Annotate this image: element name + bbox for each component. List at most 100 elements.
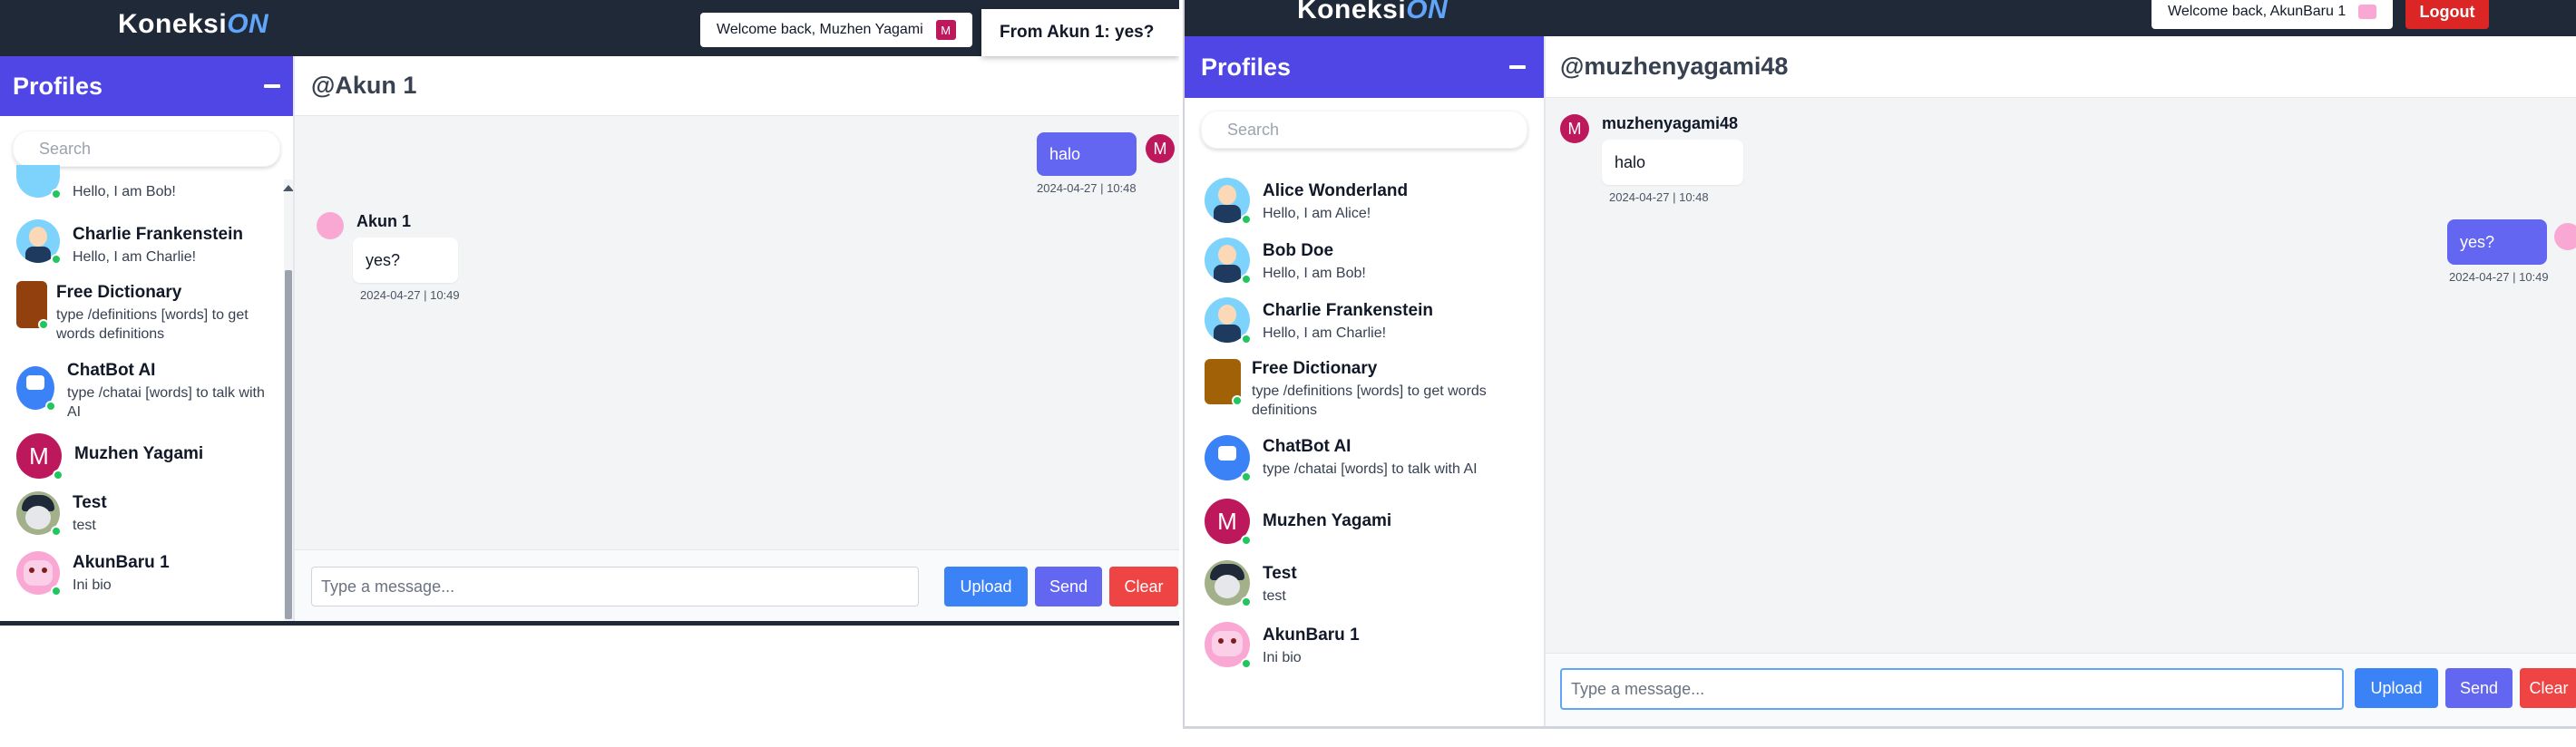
message-notification-toast[interactable]: From Akun 1: yes? — [981, 9, 1179, 56]
sidebar-item-name: Charlie Frankenstein — [1263, 301, 1433, 320]
sidebar-item-chatbot-ai[interactable]: ChatBot AI type /chatai [words] to talk … — [0, 359, 293, 422]
sidebar-title: Profiles — [1201, 53, 1292, 81]
sidebar-item-bio: type /chatai [words] to talk with AI — [67, 385, 265, 420]
chat-panel: @muzhenyagami48 M muzhenyagami48 halo 20… — [1546, 36, 2576, 726]
send-button[interactable]: Send — [1035, 567, 1102, 606]
chat-panel: @Akun 1 halo M 2024-04-27 | 10:48 Akun 1… — [295, 56, 1179, 621]
sidebar-item-name: Test — [73, 493, 107, 512]
sidebar-item-bio: Hello, I am Charlie! — [73, 249, 197, 265]
app-logo[interactable]: KoneksiON — [1297, 0, 1448, 25]
akunbaru-avatar-icon — [16, 551, 62, 597]
search-input[interactable]: Search — [13, 131, 280, 167]
message-input[interactable]: Type a message... — [311, 567, 919, 606]
sidebar-item-akunbaru-1[interactable]: AkunBaru 1 Ini bio — [0, 551, 293, 597]
sidebar-item-name: Bob Doe — [1263, 241, 1334, 260]
sidebar-item-chatbot-ai[interactable]: ChatBot AI type /chatai [words] to talk … — [1185, 435, 1544, 482]
clear-button[interactable]: Clear — [1109, 567, 1178, 606]
sidebar-item-charlie[interactable]: Charlie Frankenstein Hello, I am Charlie… — [1185, 297, 1544, 344]
sidebar-item-name: Test — [1263, 564, 1297, 583]
sidebar-item-bio: Ini bio — [1263, 650, 1302, 665]
bob-avatar-icon — [1205, 238, 1252, 285]
message-bubble-outgoing: yes? — [2447, 219, 2547, 265]
akunbaru-avatar-icon — [1205, 622, 1252, 669]
sidebar-item-bio: test — [73, 518, 96, 533]
bob-avatar-icon — [16, 165, 62, 199]
sidebar-item-bio: Ini bio — [73, 577, 112, 593]
chat-header: @Akun 1 — [295, 56, 1179, 116]
chatbot-avatar-icon — [16, 366, 56, 412]
sidebar-header: Profiles — [0, 56, 293, 116]
collapse-minus-icon[interactable] — [264, 84, 280, 88]
dictionary-avatar-icon — [16, 281, 49, 330]
sidebar-item-name: ChatBot AI — [67, 361, 156, 380]
logout-button[interactable]: Logout — [2405, 0, 2489, 29]
sidebar-item-charlie[interactable]: Charlie Frankenstein Hello, I am Charlie… — [0, 219, 293, 267]
left-app-window: KoneksiON Welcome back, Muzhen Yagami M … — [0, 0, 1179, 626]
message-sender-name: Akun 1 — [356, 212, 412, 230]
sidebar-item-name: AkunBaru 1 — [73, 553, 170, 572]
search-input[interactable]: Search — [1201, 111, 1527, 149]
message-timestamp: 2024-04-27 | 10:49 — [2449, 270, 2549, 284]
message-input[interactable]: Type a message... — [1560, 668, 2344, 710]
sidebar-item-bio: Hello, I am Charlie! — [1263, 325, 1387, 341]
top-navbar: KoneksiON Welcome back, AkunBaru 1 Logou… — [1185, 0, 2576, 36]
sidebar-item-muzhen-yagami[interactable]: M Muzhen Yagami — [1185, 499, 1544, 546]
sidebar-item-bob[interactable]: Hello, I am Bob! — [0, 165, 293, 202]
alice-avatar-icon — [1205, 178, 1252, 225]
sidebar-item-name: ChatBot AI — [1263, 437, 1351, 456]
welcome-text: Welcome back, AkunBaru 1 — [2168, 4, 2347, 19]
sidebar-item-test[interactable]: Test test — [0, 491, 293, 537]
test-avatar-icon — [1205, 560, 1252, 607]
profiles-sidebar: Profiles Search Hello, I am Bob! Charlie… — [0, 56, 295, 621]
message-timestamp: 2024-04-27 | 10:48 — [1609, 190, 1709, 204]
sidebar-item-bio: type /definitions [words] to get words d… — [56, 307, 249, 342]
sidebar-item-akunbaru-1[interactable]: AkunBaru 1 Ini bio — [1185, 622, 1544, 669]
chat-title: @muzhenyagami48 — [1560, 53, 1789, 80]
collapse-minus-icon[interactable] — [1509, 65, 1526, 69]
sidebar-item-muzhen-yagami[interactable]: M Muzhen Yagami — [0, 433, 293, 480]
sidebar-item-bio: type /chatai [words] to talk with AI — [1263, 461, 1478, 477]
sidebar-item-name: Alice Wonderland — [1263, 181, 1409, 200]
upload-button[interactable]: Upload — [2355, 668, 2438, 708]
dictionary-avatar-icon — [1205, 359, 1243, 406]
message-sender-name: muzhenyagami48 — [1602, 114, 1739, 132]
sidebar-item-name: Muzhen Yagami — [74, 444, 204, 463]
upload-button[interactable]: Upload — [944, 567, 1028, 606]
message-timestamp: 2024-04-27 | 10:48 — [1037, 181, 1137, 195]
chat-title: @Akun 1 — [311, 72, 417, 99]
message-composer: Type a message... Upload Send Clear — [295, 549, 1179, 621]
profiles-sidebar: Profiles Search Alice Wonderland Hello, … — [1185, 36, 1546, 726]
message-bubble-incoming: halo — [1602, 140, 1743, 185]
app-logo[interactable]: KoneksiON — [118, 9, 268, 40]
sidebar-item-free-dictionary[interactable]: Free Dictionary type /definitions [words… — [0, 281, 293, 344]
sidebar-item-bio: type /definitions [words] to get words d… — [1252, 383, 1487, 418]
welcome-badge: Welcome back, Muzhen Yagami M — [700, 13, 972, 47]
message-timestamp: 2024-04-27 | 10:49 — [360, 288, 460, 302]
sidebar-item-name: AkunBaru 1 — [1263, 626, 1360, 645]
sidebar-item-bio: test — [1263, 588, 1286, 604]
message-bubble-incoming: yes? — [353, 238, 458, 283]
user-avatar-icon[interactable] — [2358, 5, 2377, 19]
sidebar-item-bio: Hello, I am Bob! — [1263, 266, 1366, 281]
sidebar-item-alice[interactable]: Alice Wonderland Hello, I am Alice! — [1185, 178, 1544, 225]
right-app-window: KoneksiON Welcome back, AkunBaru 1 Logou… — [1183, 0, 2576, 729]
sidebar-header: Profiles — [1185, 36, 1544, 98]
sender-avatar-icon: M — [1560, 114, 1589, 143]
sidebar-item-bob[interactable]: Bob Doe Hello, I am Bob! — [1185, 238, 1544, 285]
charlie-avatar-icon — [1205, 297, 1252, 344]
user-avatar-icon[interactable]: M — [935, 20, 956, 40]
sidebar-item-bio: Hello, I am Bob! — [73, 184, 176, 199]
test-avatar-icon — [16, 491, 62, 537]
sidebar-title: Profiles — [13, 72, 103, 100]
sidebar-item-bio: Hello, I am Alice! — [1263, 206, 1371, 221]
clear-button[interactable]: Clear — [2520, 668, 2576, 708]
send-button[interactable]: Send — [2445, 668, 2513, 708]
welcome-badge: Welcome back, AkunBaru 1 — [2152, 0, 2394, 29]
sidebar-item-test[interactable]: Test test — [1185, 560, 1544, 607]
chat-header: @muzhenyagami48 — [1546, 36, 2576, 98]
akun1-avatar-icon — [317, 212, 344, 239]
sidebar-item-free-dictionary[interactable]: Free Dictionary type /definitions [words… — [1185, 359, 1544, 421]
sidebar-item-name: Charlie Frankenstein — [73, 225, 243, 244]
muzhen-avatar-icon: M — [16, 433, 63, 480]
akunbaru-avatar-icon — [2554, 223, 2576, 250]
